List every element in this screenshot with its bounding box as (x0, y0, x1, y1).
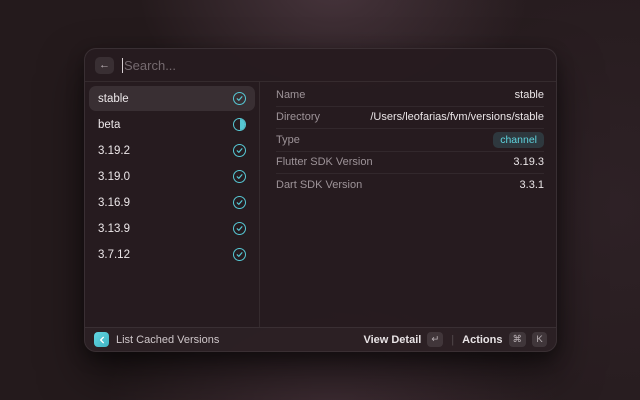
version-label: beta (98, 119, 233, 131)
detail-label: Flutter SDK Version (276, 156, 513, 168)
version-label: 3.13.9 (98, 223, 233, 235)
actions-menu-label[interactable]: Actions (462, 334, 502, 346)
list-item-beta[interactable]: beta (89, 112, 255, 137)
cmd-key-badge[interactable]: ⌘ (509, 332, 527, 347)
version-label: 3.19.0 (98, 171, 233, 183)
list-item-3-13-9[interactable]: 3.13.9 (89, 216, 255, 241)
version-label: stable (98, 93, 233, 105)
action-bar: List Cached Versions View Detail ↵ | Act… (85, 327, 556, 351)
version-label: 3.19.2 (98, 145, 233, 157)
detail-label: Name (276, 89, 515, 101)
primary-action-label[interactable]: View Detail (363, 334, 421, 346)
version-list: stable beta 3.19.2 3.19.0 (85, 82, 260, 327)
version-label: 3.7.12 (98, 249, 233, 261)
check-circle-icon (233, 170, 246, 183)
back-arrow-icon: ← (99, 57, 110, 74)
detail-row-directory: Directory /Users/leofarias/fvm/versions/… (276, 107, 544, 130)
footer-actions: View Detail ↵ | Actions ⌘ K (363, 332, 547, 347)
search-input[interactable] (124, 58, 546, 73)
back-button[interactable]: ← (95, 57, 114, 74)
check-circle-icon (233, 92, 246, 105)
k-key-badge[interactable]: K (532, 332, 547, 347)
detail-row-flutter-sdk: Flutter SDK Version 3.19.3 (276, 152, 544, 175)
list-item-3-16-9[interactable]: 3.16.9 (89, 190, 255, 215)
detail-value: 3.19.3 (513, 156, 544, 168)
detail-value: /Users/leofarias/fvm/versions/stable (370, 111, 544, 123)
search-field-wrap (122, 49, 546, 81)
command-title: List Cached Versions (116, 334, 356, 346)
search-header: ← (85, 49, 556, 82)
channel-type-badge: channel (493, 132, 544, 148)
list-item-stable[interactable]: stable (89, 86, 255, 111)
text-caret (122, 58, 123, 73)
command-palette-window: ← stable beta 3.19.2 (84, 48, 557, 352)
detail-value: stable (515, 89, 544, 101)
check-circle-icon (233, 196, 246, 209)
half-circle-icon (233, 118, 246, 131)
version-label: 3.16.9 (98, 197, 233, 209)
detail-label: Type (276, 134, 493, 146)
enter-key-badge[interactable]: ↵ (427, 332, 443, 347)
list-item-3-7-12[interactable]: 3.7.12 (89, 242, 255, 267)
check-circle-icon (233, 144, 246, 157)
list-item-3-19-0[interactable]: 3.19.0 (89, 164, 255, 189)
detail-row-type: Type channel (276, 129, 544, 152)
detail-value: 3.3.1 (520, 179, 544, 191)
detail-panel: Name stable Directory /Users/leofarias/f… (260, 82, 556, 327)
detail-label: Directory (276, 111, 370, 123)
fvm-extension-icon (94, 332, 109, 347)
check-circle-icon (233, 248, 246, 261)
content-area: stable beta 3.19.2 3.19.0 (85, 82, 556, 327)
list-item-3-19-2[interactable]: 3.19.2 (89, 138, 255, 163)
detail-row-dart-sdk: Dart SDK Version 3.3.1 (276, 174, 544, 197)
detail-row-name: Name stable (276, 84, 544, 107)
detail-label: Dart SDK Version (276, 179, 520, 191)
footer-separator: | (451, 334, 454, 346)
check-circle-icon (233, 222, 246, 235)
